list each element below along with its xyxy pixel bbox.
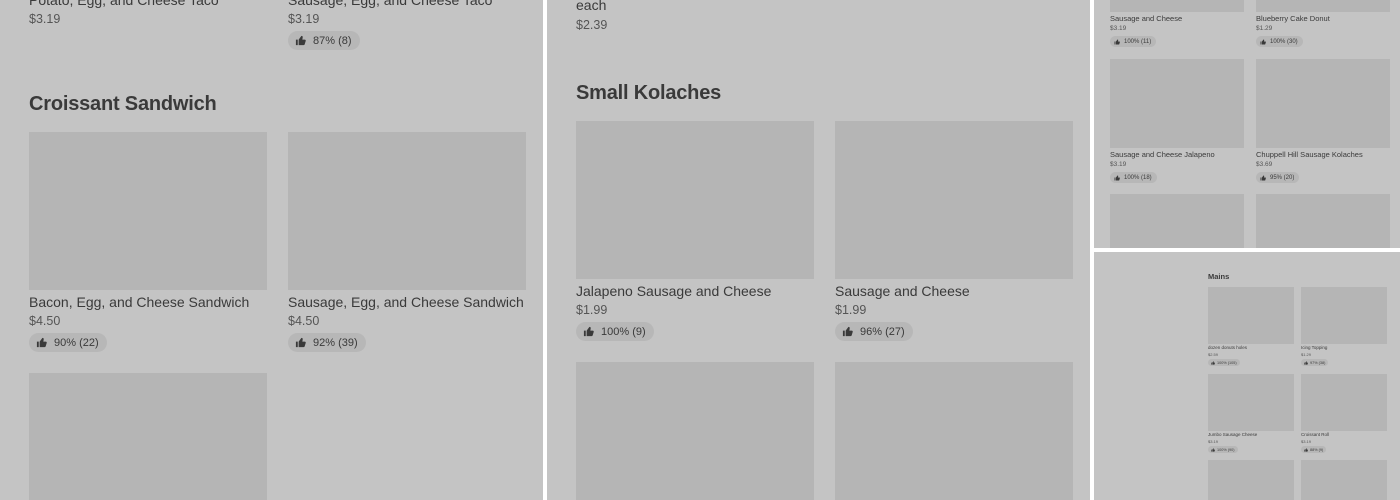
thumbs-up-icon — [1304, 360, 1308, 365]
rating-text: 97% (38) — [1310, 360, 1326, 365]
item-image[interactable] — [1110, 194, 1244, 248]
item-image[interactable] — [1110, 0, 1244, 12]
thumbs-up-icon — [1211, 447, 1215, 452]
rating-badge: 100% (18) — [1110, 172, 1157, 183]
item-name[interactable]: dozen donuts holes — [1208, 345, 1247, 350]
thumbs-up-icon — [36, 337, 47, 348]
item-name[interactable]: Sausage and Cheese — [835, 283, 970, 299]
rating-text: 100% (105) — [1217, 360, 1237, 365]
item-name[interactable]: Icing Topping — [1301, 345, 1327, 350]
item-image[interactable] — [1301, 287, 1387, 344]
item-price: $3.19 — [29, 12, 61, 26]
menu-panel-croissant: Potato, Egg, and Cheese Taco $3.19 Sausa… — [0, 0, 543, 500]
item-price: $1.99 — [576, 303, 608, 317]
rating-text: 95% (20) — [1270, 174, 1295, 181]
item-price: $1.29 — [1301, 352, 1312, 357]
item-name[interactable]: each — [576, 0, 606, 13]
rating-text: 100% (9) — [601, 325, 646, 338]
thumbs-up-icon — [295, 337, 306, 348]
rating-badge: 97% (38) — [1301, 359, 1329, 366]
rating-text: 92% (39) — [313, 336, 358, 349]
item-name[interactable]: Bacon, Egg, and Cheese Sandwich — [29, 294, 249, 310]
item-price: $2.59 — [1208, 352, 1219, 357]
item-price: $3.69 — [1256, 161, 1273, 168]
item-price: $2.39 — [576, 18, 608, 32]
thumbs-up-icon — [1114, 39, 1120, 45]
item-name[interactable]: Sausage, Egg, and Cheese Sandwich — [288, 294, 524, 310]
item-price: $4.50 — [29, 314, 61, 328]
rating-text: 100% (30) — [1270, 38, 1298, 45]
rating-badge: 100% (11) — [1110, 36, 1157, 47]
item-name[interactable]: Sausage and Cheese — [1110, 14, 1182, 23]
rating-text: 88% (9) — [1310, 447, 1324, 452]
item-price: $3.19 — [1208, 439, 1219, 444]
thumbs-up-icon — [842, 326, 853, 337]
rating-badge: 96% (27) — [835, 322, 913, 341]
item-name[interactable]: Chuppell Hill Sausage Kolaches — [1256, 150, 1363, 159]
item-image[interactable] — [1301, 460, 1387, 500]
thumbs-up-icon — [1304, 447, 1308, 452]
item-image[interactable] — [1208, 287, 1294, 344]
rating-text: 100% (18) — [1124, 174, 1152, 181]
item-price: $3.19 — [1301, 439, 1312, 444]
thumbs-up-icon — [295, 35, 306, 46]
rating-text: 96% (27) — [860, 325, 905, 338]
rating-badge: 90% (22) — [29, 333, 107, 352]
rating-text: 100% (11) — [1124, 38, 1152, 45]
item-price: $1.99 — [835, 303, 867, 317]
item-image[interactable] — [1256, 194, 1390, 248]
item-image[interactable] — [1256, 0, 1390, 12]
item-image[interactable] — [1256, 59, 1390, 148]
item-price: $3.19 — [1110, 25, 1127, 32]
section-title: Mains — [1208, 272, 1230, 281]
rating-text: 87% (8) — [313, 34, 352, 47]
section-title: Croissant Sandwich — [29, 93, 217, 115]
rating-badge: 100% (9) — [576, 322, 654, 341]
item-price: $4.50 — [288, 314, 320, 328]
rating-badge: 100% (90) — [1208, 446, 1238, 453]
item-image[interactable] — [835, 362, 1073, 500]
menu-panel-mains: Mains dozen donuts holes $2.59 100% (105… — [1094, 252, 1400, 500]
item-image[interactable] — [1301, 374, 1387, 431]
rating-badge: 88% (9) — [1301, 446, 1327, 453]
thumbs-up-icon — [1114, 175, 1120, 181]
item-name[interactable]: Sausage and Cheese Jalapeno — [1110, 150, 1215, 159]
rating-text: 90% (22) — [54, 336, 99, 349]
item-name[interactable]: Jalapeno Sausage and Cheese — [576, 283, 771, 299]
item-image[interactable] — [1208, 460, 1294, 500]
item-image[interactable] — [576, 362, 814, 500]
thumbs-up-icon — [1211, 360, 1215, 365]
rating-badge: 95% (20) — [1256, 172, 1300, 183]
rating-badge: 100% (105) — [1208, 359, 1240, 366]
rating-badge: 87% (8) — [288, 31, 360, 50]
item-name[interactable]: Blueberry Cake Donut — [1256, 14, 1330, 23]
thumbs-up-icon — [1260, 175, 1266, 181]
item-price: $3.19 — [288, 12, 320, 26]
item-image[interactable] — [29, 132, 267, 290]
thumbs-up-icon — [583, 326, 594, 337]
item-price: $1.29 — [1256, 25, 1273, 32]
item-image[interactable] — [288, 132, 526, 290]
item-image[interactable] — [29, 373, 267, 500]
item-image[interactable] — [1110, 59, 1244, 148]
item-image[interactable] — [835, 121, 1073, 279]
item-name[interactable]: Jumbo Sausage Cheese — [1208, 432, 1257, 437]
item-name[interactable]: Croissant Roll — [1301, 432, 1329, 437]
rating-text: 100% (90) — [1217, 447, 1235, 452]
menu-panel-donuts: Sausage and Cheese $3.19 100% (11) Blueb… — [1094, 0, 1400, 248]
rating-badge: 100% (30) — [1256, 36, 1303, 47]
item-image[interactable] — [576, 121, 814, 279]
item-name[interactable]: Sausage, Egg, and Cheese Taco — [288, 0, 492, 8]
item-image[interactable] — [1208, 374, 1294, 431]
menu-panel-kolaches: each $2.39 Small Kolaches Jalapeno Sausa… — [547, 0, 1090, 500]
section-title: Small Kolaches — [576, 82, 722, 104]
item-name[interactable]: Potato, Egg, and Cheese Taco — [29, 0, 219, 8]
item-price: $3.19 — [1110, 161, 1127, 168]
thumbs-up-icon — [1260, 39, 1266, 45]
rating-badge: 92% (39) — [288, 333, 366, 352]
